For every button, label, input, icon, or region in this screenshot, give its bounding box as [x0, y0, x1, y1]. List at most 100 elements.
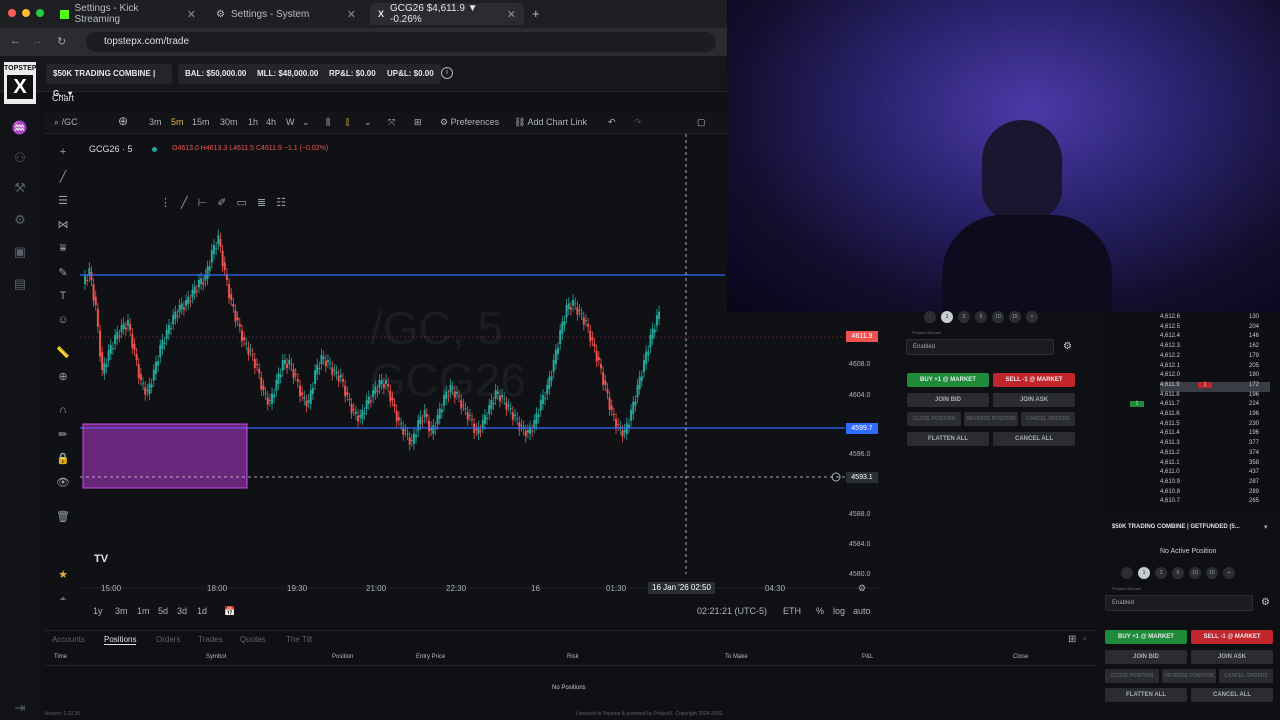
ladder-row[interactable]: 4,612.6 130	[1160, 314, 1270, 324]
maximize-window-dot[interactable]	[36, 9, 44, 17]
chart-tab[interactable]: Chart	[52, 93, 74, 103]
back-icon[interactable]: ←	[10, 35, 21, 47]
fib-tool-icon[interactable]: ⩸	[54, 242, 72, 258]
tab-quotes[interactable]: Quotes	[240, 635, 266, 644]
qty-minus[interactable]: -	[1121, 567, 1133, 579]
range-3m[interactable]: 3m	[115, 606, 128, 616]
qty-plus[interactable]: +	[1223, 567, 1235, 579]
tradingview-nav-icon[interactable]: ▣	[10, 244, 30, 262]
tab-positions[interactable]: Positions	[104, 635, 137, 645]
fib-icon[interactable]: ≣	[257, 196, 266, 209]
trendline-tool-icon[interactable]: ╱	[54, 170, 72, 186]
tab-accounts[interactable]: Accounts	[52, 635, 85, 644]
tf-4h[interactable]: 4h	[266, 117, 276, 127]
tf-1h[interactable]: 1h	[248, 117, 258, 127]
buy-market-button[interactable]: BUY +1 @ MARKET	[907, 373, 989, 387]
add-chart-link-button[interactable]: ⛓ Add Chart Link	[514, 117, 587, 128]
ladder-row[interactable]: 4,612.3 162	[1160, 343, 1270, 353]
goto-date-icon[interactable]: 📅	[224, 606, 235, 617]
cancel-orders-button[interactable]: CANCEL ORDERS	[1021, 412, 1075, 426]
browser-tab-kick[interactable]: Settings - Kick Streaming ✕	[52, 3, 204, 25]
axis-settings-icon[interactable]: ⚙	[858, 583, 866, 594]
ladder-row[interactable]: 4,610.8 289	[1160, 489, 1270, 499]
close-tab-icon[interactable]: ✕	[507, 8, 516, 21]
ladder-row[interactable]: 4,611.1 358	[1160, 460, 1270, 470]
tab-orders[interactable]: Orders	[156, 635, 180, 644]
buy-market-button-2[interactable]: BUY +1 @ MARKET	[1105, 630, 1187, 644]
qty-3[interactable]: 3	[958, 311, 970, 323]
qty-plus[interactable]: +	[1026, 311, 1038, 323]
settings-nav-icon[interactable]: ⚙	[10, 212, 30, 230]
compare-plus-icon[interactable]: ⊕	[118, 114, 128, 128]
join-ask-button[interactable]: JOIN ASK	[993, 393, 1075, 407]
logout-icon[interactable]: ⇥	[10, 700, 30, 718]
tab-the-tilt[interactable]: The Tilt	[286, 635, 312, 644]
favorites-star-icon[interactable]: ★	[54, 568, 72, 584]
ladder-row[interactable]: 4,611.2 374	[1160, 450, 1270, 460]
indicators-icon[interactable]: ⤧	[388, 117, 395, 128]
account2-title[interactable]: $50K TRADING COMBINE | GETFUNDED (5...	[1112, 524, 1240, 530]
fullscreen-icon[interactable]: ▢	[697, 117, 706, 128]
ladder-row[interactable]: 4,611.0 437	[1160, 469, 1270, 479]
line-tool-icon[interactable]: ╱	[181, 196, 188, 209]
qty-10[interactable]: 10	[1189, 567, 1201, 579]
group-nav-icon[interactable]: ⚇	[10, 150, 30, 168]
ladder-row[interactable]: 4,610.7 265	[1160, 498, 1270, 508]
qty-1[interactable]: 1	[941, 311, 953, 323]
ladder-bid[interactable]: 1	[1130, 401, 1144, 408]
news-nav-icon[interactable]: ▤	[10, 276, 30, 294]
chevron-down-icon[interactable]: ▾	[1264, 523, 1268, 531]
qty-5[interactable]: 5	[975, 311, 987, 323]
text-tool-icon[interactable]: T	[54, 290, 72, 306]
ladder-row[interactable]: 4,611.6 196	[1160, 411, 1270, 421]
zone-rectangle[interactable]	[82, 423, 248, 489]
settings-lines-icon[interactable]: ☷	[276, 196, 286, 209]
range-3d[interactable]: 3d	[177, 606, 187, 616]
session-toggle[interactable]: ETH	[783, 606, 801, 616]
bars-type-icon[interactable]: ⫼	[326, 117, 330, 128]
log-toggle[interactable]: log	[833, 606, 845, 616]
browser-tab-system[interactable]: ⚙ Settings - System ✕	[208, 3, 364, 25]
flatten-all-button-2[interactable]: FLATTEN ALL	[1105, 688, 1187, 702]
horizontal-line-tool-icon[interactable]: ☰	[54, 194, 72, 210]
address-bar[interactable]: topstepx.com/trade	[86, 32, 716, 52]
lock-drawings-icon[interactable]: 🔒	[54, 452, 72, 468]
layout-grid-icon[interactable]: ⊞	[414, 117, 422, 128]
forward-icon[interactable]: →	[32, 35, 43, 47]
auto-toggle[interactable]: auto	[853, 606, 871, 616]
tf-dropdown-icon[interactable]: ⌄	[302, 117, 310, 128]
qty-15[interactable]: 15	[1009, 311, 1021, 323]
ladder-row[interactable]: 4,612.1 205	[1160, 363, 1270, 373]
ladder-row[interactable]: 4,611.8 196	[1160, 392, 1270, 402]
reverse-position-button-2[interactable]: REVERSE POSITION	[1162, 669, 1216, 683]
close-window-dot[interactable]	[8, 9, 16, 17]
qty-3[interactable]: 3	[1155, 567, 1167, 579]
reverse-position-button[interactable]: REVERSE POSITION	[964, 412, 1018, 426]
add-panel-icon[interactable]: ⊞	[1068, 634, 1076, 645]
new-tab-icon[interactable]: +	[532, 6, 540, 21]
minimize-window-dot[interactable]	[22, 9, 30, 17]
trash-icon[interactable]: 🗑	[54, 510, 72, 526]
close-tab-icon[interactable]: ✕	[347, 8, 356, 21]
magnet-tool-icon[interactable]: ∩	[54, 404, 72, 420]
tf-30m[interactable]: 30m	[220, 117, 238, 127]
bracket-settings-icon[interactable]: ⚙	[1063, 341, 1072, 352]
preferences-button[interactable]: ⚙ Preferences	[440, 117, 499, 128]
range-1d[interactable]: 1d	[197, 606, 207, 616]
chart-type-dropdown-icon[interactable]: ⌄	[364, 117, 372, 128]
brush-tool-icon[interactable]: ✎	[54, 266, 72, 282]
ladder-row[interactable]: 4,611.7 1 224	[1130, 401, 1270, 411]
sell-market-button[interactable]: SELL -1 @ MARKET	[993, 373, 1075, 387]
stay-drawing-icon[interactable]: ✏	[54, 428, 72, 444]
ruler-tool-icon[interactable]: 📏	[54, 346, 72, 362]
ladder-row[interactable]: 4,611.3 377	[1160, 440, 1270, 450]
drag-handle-icon[interactable]: ⋮	[160, 196, 171, 209]
candles-icon[interactable]: ⫿	[346, 117, 349, 128]
ladder-row[interactable]: 4,611.5 230	[1160, 421, 1270, 431]
ladder-ask[interactable]: 1	[1198, 381, 1212, 388]
range-5d[interactable]: 5d	[158, 606, 168, 616]
ladder-row[interactable]: 4,611.9 1 172	[1160, 381, 1270, 392]
wrench-nav-icon[interactable]: ⚒	[10, 180, 30, 198]
pattern-tool-icon[interactable]: ⋈	[54, 218, 72, 234]
ladder-row[interactable]: 4,610.9 287	[1160, 479, 1270, 489]
